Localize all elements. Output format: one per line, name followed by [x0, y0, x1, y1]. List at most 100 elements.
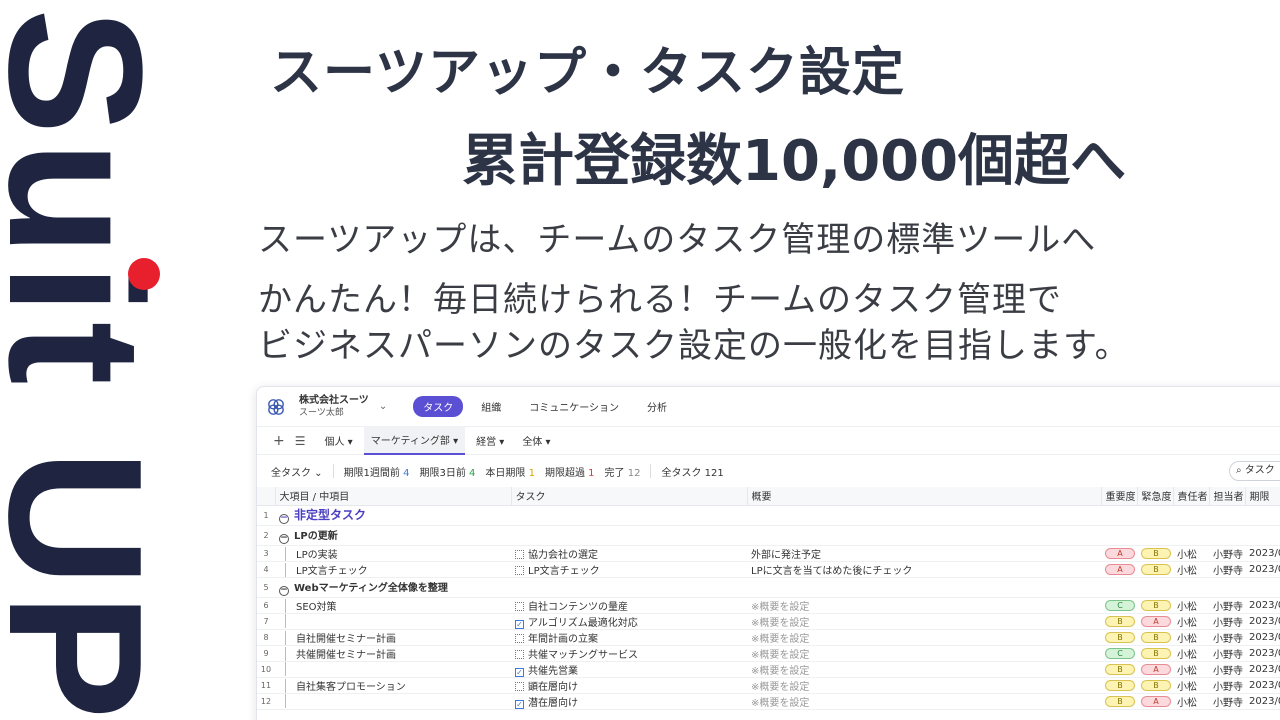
due-cell[interactable]: 2023/03	[1245, 629, 1280, 646]
importance-cell[interactable]: C	[1101, 645, 1137, 662]
column-header[interactable]: 大項目 / 中項目	[275, 487, 512, 506]
task-cell[interactable]: ✓ 潜在層向け	[511, 693, 747, 710]
assignee-cell[interactable]: 小野寺	[1209, 645, 1245, 662]
owner-cell[interactable]: 小松	[1173, 597, 1209, 614]
owner-cell[interactable]: 小松	[1173, 613, 1209, 630]
table-row[interactable]: 3 LPの実装 協力会社の選定 外部に発注予定 AB小松小野寺2023/03	[257, 545, 1280, 562]
checked-checkbox-icon[interactable]: ✓	[515, 667, 524, 676]
due-cell[interactable]: 2023/03	[1245, 561, 1280, 578]
urgency-cell[interactable]: B	[1137, 629, 1173, 646]
assignee-cell[interactable]: 小野寺	[1209, 661, 1245, 678]
summary-cell[interactable]: ※概要を設定	[747, 677, 1101, 694]
column-header[interactable]: 担当者	[1209, 487, 1246, 506]
column-header[interactable]: 重要度	[1101, 487, 1138, 506]
group-title[interactable]: − LPの更新	[275, 525, 1280, 546]
deadline-filter[interactable]: 本日期限 1	[485, 464, 535, 479]
due-cell[interactable]: 2023/03	[1245, 661, 1280, 678]
assignee-cell[interactable]: 小野寺	[1209, 561, 1245, 578]
table-row[interactable]: 2− LPの更新	[257, 525, 1280, 546]
owner-cell[interactable]: 小松	[1173, 661, 1209, 678]
checked-checkbox-icon[interactable]: ✓	[515, 699, 524, 708]
importance-cell[interactable]: B	[1101, 629, 1137, 646]
urgency-cell[interactable]: A	[1137, 661, 1173, 678]
item-cell[interactable]: LPの実装	[275, 545, 511, 562]
checkbox-icon[interactable]	[515, 681, 524, 691]
item-cell[interactable]: 共催開催セミナー計画	[275, 645, 511, 662]
table-row[interactable]: 9 共催開催セミナー計画 共催マッチングサービス ※概要を設定 C B 小松 小野寺 2023/…	[257, 645, 1280, 662]
table-row[interactable]: 8自社開催セミナー計画年間計画の立案※概要を設定BB小松小野寺2023/03	[257, 629, 1280, 646]
importance-cell[interactable]: B	[1101, 661, 1137, 678]
item-cell[interactable]: SEO対策	[275, 597, 511, 614]
deadline-filter[interactable]: 完了 12	[605, 464, 641, 479]
urgency-cell[interactable]: A	[1137, 693, 1173, 710]
assignee-cell[interactable]: 小野寺	[1209, 677, 1245, 694]
table-row[interactable]: 6 SEO対策 自社コンテンツの量産 ※概要を設定 CB小松小野寺2023/03	[257, 597, 1280, 614]
table-row[interactable]: 10 ✓ 共催先営業 ※概要を設定 BA小松小野寺2023/03	[257, 661, 1280, 678]
collapse-icon[interactable]: −	[279, 585, 289, 596]
table-row[interactable]: 7 ✓ アルゴリズム最適化対応 ※概要を設定 BA小松小野寺2023/03	[257, 613, 1280, 630]
sub-tab[interactable]: 個人 ▾	[318, 427, 360, 454]
table-row[interactable]: 5− Webマーケティング全体像を整理	[257, 577, 1280, 598]
task-cell[interactable]: 年間計画の立案	[511, 629, 747, 646]
menu-icon[interactable]: ☰	[295, 434, 306, 448]
due-cell[interactable]: 2023/03	[1245, 613, 1280, 630]
importance-cell[interactable]: B	[1101, 693, 1137, 710]
nav-tab[interactable]: コミュニケーション	[519, 396, 629, 417]
summary-cell[interactable]: ※概要を設定	[747, 613, 1101, 630]
urgency-cell[interactable]: A	[1137, 613, 1173, 630]
checkbox-icon[interactable]	[515, 649, 524, 659]
summary-cell[interactable]: ※概要を設定	[747, 597, 1101, 614]
table-row[interactable]: 4 LP文言チェック LP文言チェック LPに文言を当てはめた後にチェック A B 小松 小野…	[257, 561, 1280, 578]
checkbox-icon[interactable]	[515, 565, 524, 575]
urgency-cell[interactable]: B	[1137, 597, 1173, 614]
task-filter-select[interactable]: 全タスク ⌄	[271, 464, 323, 479]
deadline-filter[interactable]: 期限3日前 4	[419, 464, 475, 479]
deadline-filter[interactable]: 期限超過 1	[545, 464, 595, 479]
summary-cell[interactable]: ※概要を設定	[747, 645, 1101, 662]
summary-cell[interactable]: LPに文言を当てはめた後にチェック	[747, 561, 1101, 578]
add-icon[interactable]: +	[273, 433, 285, 449]
summary-cell[interactable]: ※概要を設定	[747, 693, 1101, 710]
summary-cell[interactable]: 外部に発注予定	[747, 545, 1101, 562]
deadline-filter[interactable]: 期限1週間前 4	[344, 464, 410, 479]
column-header[interactable]: 期限	[1245, 487, 1280, 506]
importance-cell[interactable]: B	[1101, 677, 1137, 694]
urgency-cell[interactable]: B	[1137, 645, 1173, 662]
owner-cell[interactable]: 小松	[1173, 693, 1209, 710]
assignee-cell[interactable]: 小野寺	[1209, 693, 1245, 710]
task-cell[interactable]: 顕在層向け	[511, 677, 747, 694]
collapse-icon[interactable]: −	[279, 533, 289, 544]
item-cell[interactable]: 自社集客プロモーション	[275, 677, 511, 694]
owner-cell[interactable]: 小松	[1173, 629, 1209, 646]
checkbox-icon[interactable]	[515, 601, 524, 611]
item-cell[interactable]	[275, 693, 511, 710]
due-cell[interactable]: 2023/03	[1245, 677, 1280, 694]
owner-cell[interactable]: 小松	[1173, 645, 1209, 662]
urgency-cell[interactable]: B	[1137, 677, 1173, 694]
sub-tab[interactable]: マーケティング部 ▾	[363, 426, 466, 455]
table-row[interactable]: 12 ✓ 潜在層向け ※概要を設定 BA小松小野寺2023/03	[257, 693, 1280, 710]
assignee-cell[interactable]: 小野寺	[1209, 597, 1245, 614]
checkbox-icon[interactable]	[515, 549, 524, 559]
nav-tab[interactable]: タスク	[413, 396, 464, 417]
importance-cell[interactable]: A	[1101, 545, 1137, 562]
item-cell[interactable]: LP文言チェック	[275, 561, 511, 578]
table-row[interactable]: 11自社集客プロモーション顕在層向け※概要を設定BB小松小野寺2023/03	[257, 677, 1280, 694]
search-input[interactable]: ⌕ タスク	[1229, 461, 1280, 481]
assignee-cell[interactable]: 小野寺	[1209, 629, 1245, 646]
due-cell[interactable]: 2023/03	[1245, 597, 1280, 614]
urgency-cell[interactable]: B	[1137, 545, 1173, 562]
importance-cell[interactable]: C	[1101, 597, 1137, 614]
checkbox-icon[interactable]	[515, 633, 524, 643]
owner-cell[interactable]: 小松	[1173, 545, 1209, 562]
collapse-icon[interactable]: −	[279, 514, 289, 524]
owner-cell[interactable]: 小松	[1173, 677, 1209, 694]
task-cell[interactable]: 自社コンテンツの量産	[511, 597, 747, 614]
column-header[interactable]: 緊急度	[1137, 487, 1174, 506]
column-header[interactable]: タスク	[511, 487, 748, 506]
item-cell[interactable]: 自社開催セミナー計画	[275, 629, 511, 646]
task-cell[interactable]: ✓ 共催先営業	[511, 661, 747, 678]
assignee-cell[interactable]: 小野寺	[1209, 545, 1245, 562]
app-logo-icon[interactable]	[267, 398, 285, 416]
owner-cell[interactable]: 小松	[1173, 561, 1209, 578]
